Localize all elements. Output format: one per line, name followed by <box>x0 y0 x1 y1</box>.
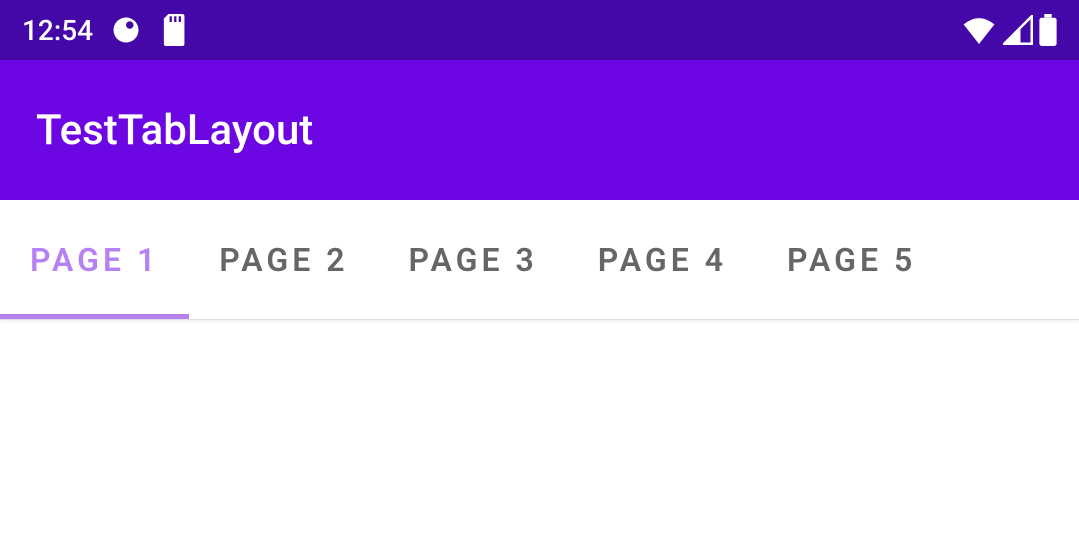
tab-page-4[interactable]: PAGE 4 <box>568 200 757 319</box>
status-bar-left: 12:54 <box>22 14 187 47</box>
tab-page-2[interactable]: PAGE 2 <box>189 200 378 319</box>
tab-page-3[interactable]: PAGE 3 <box>379 200 568 319</box>
tab-page-1[interactable]: PAGE 1 <box>0 200 189 319</box>
tab-page-5[interactable]: PAGE 5 <box>757 200 946 319</box>
tab-label: PAGE 1 <box>30 241 159 279</box>
tab-label: PAGE 2 <box>219 241 348 279</box>
wifi-icon <box>961 16 997 44</box>
tab-label: PAGE 3 <box>409 241 538 279</box>
status-time: 12:54 <box>22 14 93 47</box>
tab-label: PAGE 4 <box>598 241 727 279</box>
tab-label: PAGE 5 <box>787 241 916 279</box>
tab-bar: PAGE 1 PAGE 2 PAGE 3 PAGE 4 PAGE 5 <box>0 200 1079 320</box>
status-bar-right <box>961 14 1057 46</box>
sd-card-icon <box>159 14 187 46</box>
status-bar: 12:54 <box>0 0 1079 60</box>
app-title: TestTabLayout <box>36 106 313 155</box>
battery-icon <box>1039 14 1057 46</box>
app-bar: TestTabLayout <box>0 60 1079 200</box>
clock-icon <box>111 15 141 45</box>
signal-icon <box>1003 15 1033 45</box>
